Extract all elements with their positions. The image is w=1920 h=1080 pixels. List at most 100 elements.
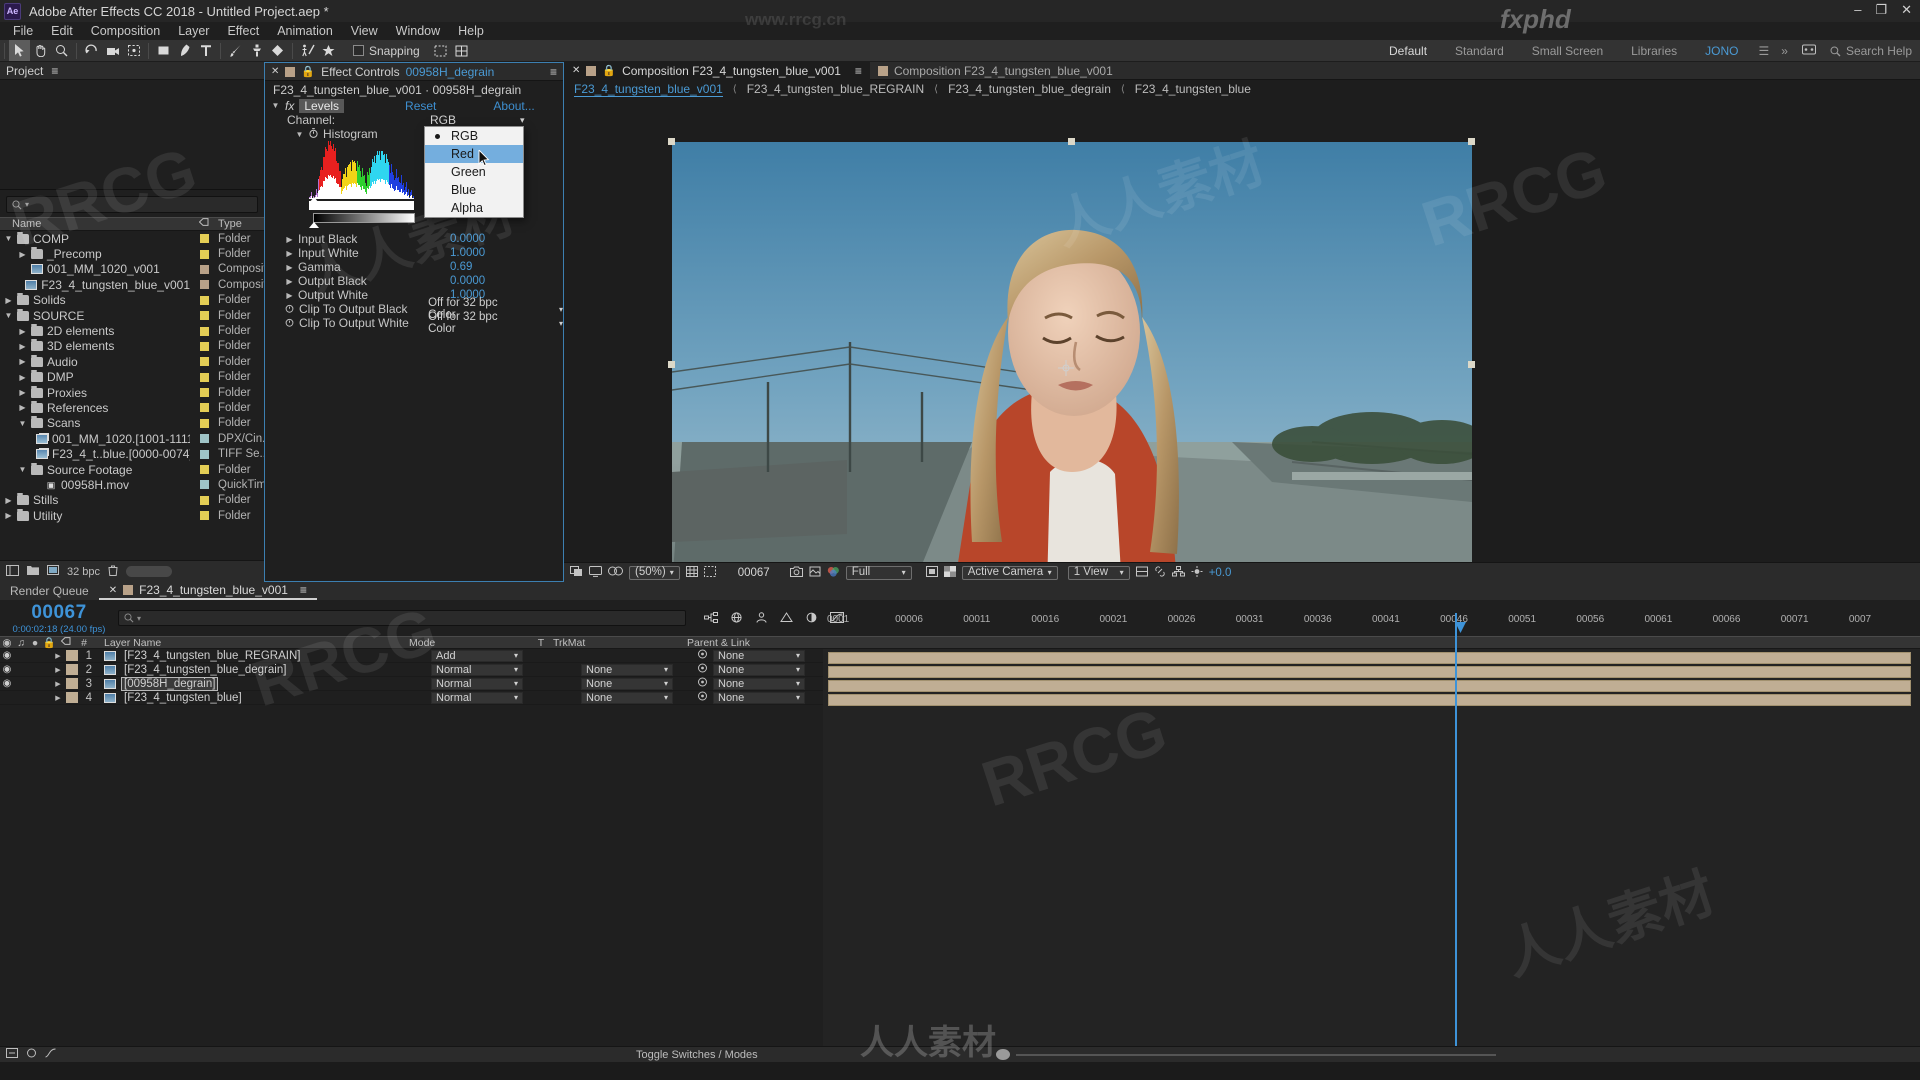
draft-3d-icon[interactable] (730, 611, 743, 626)
breadcrumb[interactable]: F23_4_tungsten_blue_v001 ⟨ F23_4_tungsten_… (564, 80, 1920, 98)
menu-help[interactable]: Help (449, 22, 493, 40)
layer-label-color[interactable] (66, 692, 78, 703)
graph-editor-footer-icon[interactable] (45, 1048, 56, 1061)
camera-select[interactable]: Active Camera ▾ (961, 565, 1058, 580)
project-panel-tab[interactable]: Project ≡ (0, 62, 264, 80)
project-item[interactable]: References Folder (0, 400, 264, 415)
workspace-small-screen[interactable]: Small Screen (1518, 40, 1617, 62)
stopwatch-icon[interactable] (285, 316, 295, 330)
label-color-swatch[interactable] (199, 449, 209, 459)
layer-trkmat-select[interactable]: None ▾ (581, 663, 673, 676)
disclosure-triangle-icon[interactable] (18, 419, 27, 428)
snapping-toggle[interactable]: Snapping (353, 44, 420, 58)
delete-icon[interactable] (108, 565, 118, 579)
output-black-handle[interactable] (309, 222, 319, 228)
close-tab-icon[interactable]: ✕ (271, 66, 279, 77)
disclosure-triangle-icon[interactable] (18, 250, 27, 259)
parent-pickwhip-icon[interactable] (697, 663, 708, 676)
project-item[interactable]: 3D elements Folder (0, 339, 264, 354)
panel-menu-icon[interactable]: ≡ (300, 583, 307, 597)
label-color-swatch[interactable] (199, 403, 209, 413)
shape-tool-icon[interactable] (153, 40, 174, 61)
lock-icon[interactable]: 🔒 (301, 65, 315, 78)
label-color-swatch[interactable] (199, 264, 209, 274)
layer-parent-select[interactable]: None ▾ (713, 663, 805, 676)
workspace-default[interactable]: Default (1375, 40, 1441, 62)
current-time-value[interactable]: 00067 (0, 602, 118, 624)
histogram-graph[interactable] (309, 141, 414, 199)
expand-collapse-icon[interactable] (6, 1048, 18, 1061)
layer-bar-3[interactable] (828, 680, 1911, 692)
layer-label-color[interactable] (66, 678, 78, 689)
effect-parameter-row[interactable]: Output White1.0000 (265, 288, 563, 302)
breadcrumb-item[interactable]: F23_4_tungsten_blue_degrain (948, 82, 1111, 96)
layer-disclosure-icon[interactable]: ▶ (50, 652, 66, 660)
pixel-aspect-icon[interactable] (1135, 566, 1148, 580)
effect-parameter-list[interactable]: Input Black 0.0000 Input White 1.0000 Gamma 0… (265, 232, 563, 335)
search-help[interactable]: Search Help (1830, 44, 1912, 58)
workspace-libraries[interactable]: Libraries (1617, 40, 1691, 62)
comp-tab-1[interactable]: ✕ 🔒 Composition F23_4_tungsten_blue_v001… (564, 61, 870, 80)
parameter-disclosure-icon[interactable] (285, 263, 294, 272)
channel-rgb-icon[interactable] (827, 566, 840, 580)
type-tool-icon[interactable] (195, 40, 216, 61)
transform-handle-tl[interactable] (668, 138, 675, 145)
channel-dropdown-menu[interactable]: RGB Red Green Blue Alpha (424, 126, 524, 218)
project-search-input[interactable]: ▾ (6, 196, 258, 213)
eraser-tool-icon[interactable] (267, 40, 288, 61)
effect-parameter-row[interactable]: Clip To Output Black Off for 32 bpc Color… (265, 297, 563, 321)
project-item[interactable]: F23_4_tungsten_blue_v001 Compositi (0, 277, 264, 292)
tab-render-queue[interactable]: Render Queue (0, 582, 99, 600)
view-layout-select[interactable]: 1 View ▾ (1067, 565, 1130, 580)
zoom-tool-icon[interactable] (51, 40, 72, 61)
menu-effect[interactable]: Effect (218, 22, 268, 40)
project-scroll-thumb[interactable] (126, 566, 173, 577)
label-color-swatch[interactable] (199, 372, 209, 382)
new-comp-icon[interactable] (47, 565, 59, 578)
layer-name-label[interactable]: [F23_4_tungsten_blue_degrain] (121, 663, 289, 677)
always-preview-icon[interactable] (570, 565, 583, 580)
effect-controls-tab[interactable]: ✕ 🔒 Effect Controls 00958H_degrain ≡ (265, 63, 563, 81)
transform-handle-ml[interactable] (668, 361, 675, 368)
project-item-list[interactable]: COMPFolder_PrecompFolder001_MM_1020_v001… (0, 231, 264, 523)
layer-visibility-toggle[interactable]: ◉ (0, 678, 14, 689)
channel-option-red[interactable]: Red (425, 145, 523, 163)
timeline-current-time[interactable]: 00067 0:00:02:18 (24.00 fps) (0, 602, 118, 635)
layer-mode-select[interactable]: Normal ▾ (431, 677, 523, 690)
workspace-overflow-icon[interactable]: » (1775, 40, 1794, 62)
label-color-swatch[interactable] (199, 280, 209, 290)
viewer-current-time[interactable]: 00067 (738, 567, 770, 579)
project-item[interactable]: 001_MM_1020.[1001-1111].dpx DPX/Cin... (0, 431, 264, 446)
project-item[interactable]: SOURCE Folder (0, 308, 264, 323)
layer-disclosure-icon[interactable]: ▶ (50, 666, 66, 674)
pan-behind-tool-icon[interactable] (123, 40, 144, 61)
roto-brush-tool-icon[interactable] (318, 40, 339, 61)
clone-stamp-tool-icon[interactable] (246, 40, 267, 61)
main-viewer-icon[interactable] (589, 565, 602, 580)
project-item[interactable]: Stills Folder (0, 493, 264, 508)
selection-tool-icon[interactable] (9, 40, 30, 61)
project-item[interactable]: DMP Folder (0, 370, 264, 385)
stereo-3d-icon[interactable] (608, 566, 623, 579)
project-item[interactable]: _Precomp Folder (0, 246, 264, 261)
disclosure-triangle-icon[interactable] (18, 357, 27, 366)
about-link[interactable]: About... (493, 99, 534, 113)
label-color-swatch[interactable] (199, 357, 209, 367)
project-item[interactable]: Source Footage Folder (0, 462, 264, 477)
parameter-disclosure-icon[interactable] (285, 235, 294, 244)
layer-trkmat-select[interactable]: None ▾ (581, 677, 673, 690)
parameter-value[interactable]: Off for 32 bpc Color (428, 311, 515, 335)
parameter-disclosure-icon[interactable] (285, 291, 294, 300)
close-tab-icon[interactable]: ✕ (109, 585, 117, 596)
transform-handle-tr[interactable] (1468, 138, 1475, 145)
zoom-level-select[interactable]: (50%) ▾ (629, 565, 680, 580)
histogram-disclosure-icon[interactable] (295, 130, 304, 139)
pen-tool-icon[interactable] (174, 40, 195, 61)
effect-parameter-row[interactable]: Input White 1.0000 (265, 246, 563, 260)
parent-pickwhip-icon[interactable] (697, 649, 708, 662)
comp-tab-2[interactable]: Composition F23_4_tungsten_blue_v001 (870, 62, 1121, 80)
effect-parameter-row[interactable]: Gamma 0.69 (265, 260, 563, 274)
label-color-swatch[interactable] (199, 341, 209, 351)
mode-header[interactable]: Mode (403, 637, 529, 649)
motion-blur-footer-icon[interactable] (26, 1048, 37, 1061)
